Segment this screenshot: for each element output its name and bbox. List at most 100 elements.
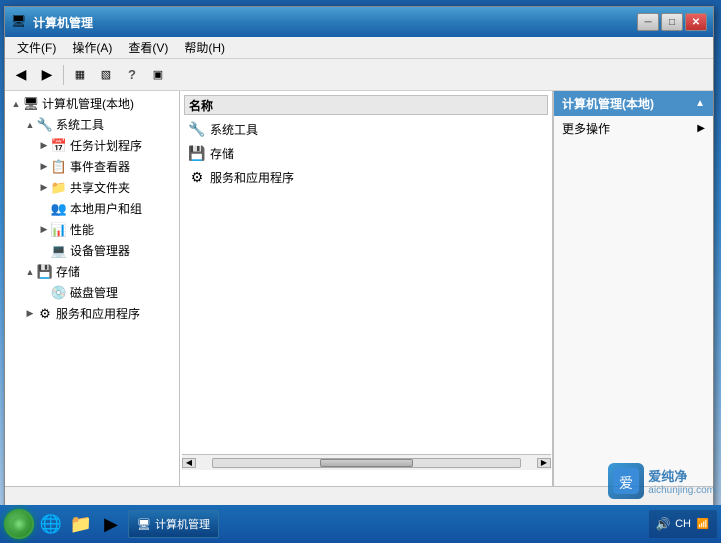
tree-item-device-manager[interactable]: ▶ 💻 设备管理器 [35, 240, 177, 261]
back-button[interactable]: ◀ [9, 63, 33, 87]
actions-item-label: 更多操作 [562, 120, 610, 137]
label-storage: 存储 [56, 263, 80, 280]
actions-item-more[interactable]: 更多操作 ▶ [554, 116, 713, 141]
tree-level-2-system: ▶ 📅 任务计划程序 ▶ 📋 事件查看器 ▶ 📁 共享文件夹 [21, 135, 177, 261]
actions-header-arrow: ▲ [695, 98, 705, 109]
quick-launch-ie[interactable]: 🌐 [38, 511, 64, 537]
toolbar-btn-help[interactable]: ? [120, 63, 144, 87]
label-task: 任务计划程序 [70, 137, 142, 154]
expand-perf[interactable]: ▶ [37, 223, 51, 237]
tree-item-shared-folders[interactable]: ▶ 📁 共享文件夹 [35, 177, 177, 198]
list-item-system-tools[interactable]: 🔧 系统工具 [184, 117, 548, 141]
tree-item-local-users[interactable]: ▶ 👥 本地用户和组 [35, 198, 177, 219]
icon-event: 📋 [51, 159, 67, 175]
actions-item-arrow: ▶ [697, 123, 705, 134]
tray-text: CH [675, 518, 691, 530]
toolbar-btn-2[interactable]: ▧ [94, 63, 118, 87]
watermark-svg: 爱 [611, 466, 641, 496]
forward-button[interactable]: ▶ [35, 63, 59, 87]
label-root: 计算机管理(本地) [42, 95, 134, 112]
start-button-inner [12, 517, 26, 531]
toolbar: ◀ ▶ ▦ ▧ ? ▣ [5, 59, 713, 91]
horizontal-scrollbar[interactable]: ◀ ▶ [182, 454, 551, 470]
list-item-storage[interactable]: 💾 存储 [184, 141, 548, 165]
scroll-track[interactable] [212, 458, 521, 468]
taskbar-task-computer-mgmt[interactable]: 🖥 计算机管理 [128, 510, 219, 538]
expand-shared[interactable]: ▶ [37, 181, 51, 195]
task-label: 计算机管理 [155, 516, 210, 532]
toolbar-btn-1[interactable]: ▦ [68, 63, 92, 87]
computer-management-window: 🖥 计算机管理 ─ □ ✕ 文件(F) 操作(A) 查看(V) 帮助(H) ◀ … [4, 6, 714, 509]
scroll-thumb[interactable] [320, 459, 412, 467]
actions-header: 计算机管理(本地) ▲ [554, 91, 713, 116]
minimize-button[interactable]: ─ [637, 13, 659, 31]
expand-event[interactable]: ▶ [37, 160, 51, 174]
expand-disk[interactable]: ▶ [37, 286, 51, 300]
expand-storage[interactable]: ▲ [23, 265, 37, 279]
watermark-en: aichunjing.com [648, 485, 715, 496]
list-item-services[interactable]: ⚙ 服务和应用程序 [184, 165, 548, 189]
expand-services[interactable]: ▶ [23, 307, 37, 321]
titlebar: 🖥 计算机管理 ─ □ ✕ [5, 7, 713, 37]
tree-item-services[interactable]: ▶ ⚙ 服务和应用程序 [21, 303, 177, 324]
icon-device: 💻 [51, 243, 67, 259]
task-icon: 🖥 [137, 518, 151, 531]
tray-icon-sound[interactable]: 🔊 [655, 516, 671, 532]
label-system-tools: 系统工具 [56, 116, 104, 133]
titlebar-buttons: ─ □ ✕ [637, 13, 707, 31]
label-device: 设备管理器 [70, 242, 130, 259]
list-icon-storage: 💾 [188, 144, 206, 162]
tree-item-event-viewer[interactable]: ▶ 📋 事件查看器 [35, 156, 177, 177]
taskbar: 🌐 📁 ▶ 🖥 计算机管理 🔊 CH 📶 [0, 505, 721, 543]
svg-text:爱: 爱 [619, 475, 633, 491]
menu-action[interactable]: 操作(A) [64, 37, 120, 58]
tree-level-2-storage: ▶ 💿 磁盘管理 [21, 282, 177, 303]
icon-services: ⚙ [37, 306, 53, 322]
toolbar-btn-extra[interactable]: ▣ [146, 63, 170, 87]
label-perf: 性能 [70, 221, 94, 238]
expand-users[interactable]: ▶ [37, 202, 51, 216]
expand-system-tools[interactable]: ▲ [23, 118, 37, 132]
icon-perf: 📊 [51, 222, 67, 238]
label-users: 本地用户和组 [70, 200, 142, 217]
menu-file[interactable]: 文件(F) [9, 37, 64, 58]
maximize-button[interactable]: □ [661, 13, 683, 31]
label-event: 事件查看器 [70, 158, 130, 175]
quick-launch-media[interactable]: ▶ [98, 511, 124, 537]
icon-root: 🖥 [23, 96, 39, 112]
list-icon-system: 🔧 [188, 120, 206, 138]
expand-device[interactable]: ▶ [37, 244, 51, 258]
main-content: ▲ 🖥 计算机管理(本地) ▲ 🔧 系统工具 ▶ 📅 任务计划程序 [5, 91, 713, 486]
tree-item-disk-management[interactable]: ▶ 💿 磁盘管理 [35, 282, 177, 303]
tree-item-task-scheduler[interactable]: ▶ 📅 任务计划程序 [35, 135, 177, 156]
tree-item-storage[interactable]: ▲ 💾 存储 [21, 261, 177, 282]
icon-system-tools: 🔧 [37, 117, 53, 133]
quick-launch-folder[interactable]: 📁 [68, 511, 94, 537]
tree-item-performance[interactable]: ▶ 📊 性能 [35, 219, 177, 240]
label-services: 服务和应用程序 [56, 305, 140, 322]
icon-disk: 💿 [51, 285, 67, 301]
list-label-services: 服务和应用程序 [210, 169, 294, 186]
menu-help[interactable]: 帮助(H) [176, 37, 233, 58]
icon-shared: 📁 [51, 180, 67, 196]
system-tray: 🔊 CH 📶 [649, 510, 717, 538]
list-label-system: 系统工具 [210, 121, 258, 138]
toolbar-separator-1 [63, 65, 64, 85]
middle-panel: 名称 🔧 系统工具 💾 存储 ⚙ 服务和应用程序 ◀ ▶ [180, 91, 553, 486]
start-button[interactable] [4, 509, 34, 539]
expand-root[interactable]: ▲ [9, 97, 23, 111]
tree-item-system-tools[interactable]: ▲ 🔧 系统工具 [21, 114, 177, 135]
tray-icon-network[interactable]: 📶 [695, 516, 711, 532]
icon-storage: 💾 [37, 264, 53, 280]
label-shared: 共享文件夹 [70, 179, 130, 196]
tree-item-root[interactable]: ▲ 🖥 计算机管理(本地) [7, 93, 177, 114]
close-button[interactable]: ✕ [685, 13, 707, 31]
watermark-cn: 爱纯净 [648, 466, 715, 485]
watermark: 爱 爱纯净 aichunjing.com [608, 463, 715, 499]
scroll-left-arrow[interactable]: ◀ [182, 458, 196, 468]
icon-task: 📅 [51, 138, 67, 154]
scroll-right-arrow[interactable]: ▶ [537, 458, 551, 468]
expand-task[interactable]: ▶ [37, 139, 51, 153]
window-title: 计算机管理 [33, 14, 637, 31]
menu-view[interactable]: 查看(V) [120, 37, 176, 58]
